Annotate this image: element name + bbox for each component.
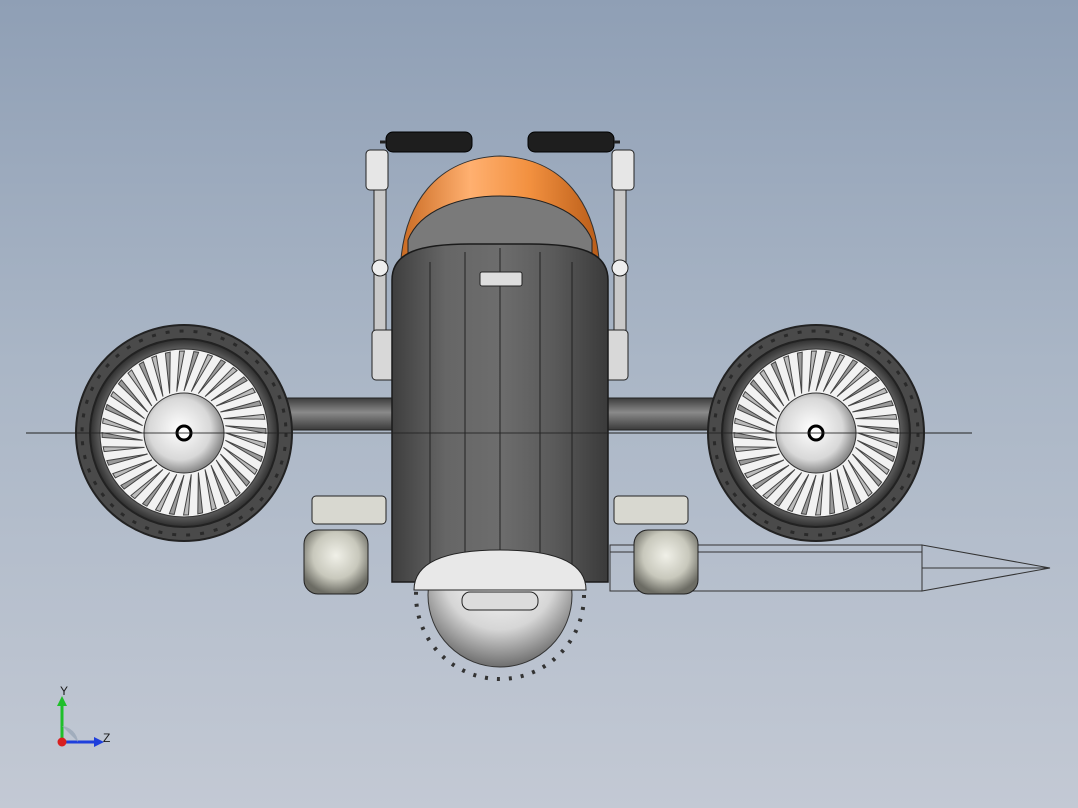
- z-axis-label: Z: [103, 731, 111, 745]
- orientation-triad: Y Z: [52, 684, 122, 752]
- cad-viewport[interactable]: Y Z: [0, 0, 1078, 808]
- right-strut: [597, 397, 719, 431]
- left-handle-grip: [385, 131, 473, 153]
- left-rear-pod: [303, 495, 387, 595]
- fuselage-vent: [479, 271, 523, 287]
- right-handle-grip: [527, 131, 615, 153]
- left-strut: [281, 397, 403, 431]
- y-axis-label: Y: [60, 684, 69, 698]
- x-axis-dot: [57, 737, 67, 747]
- cap-handle: [461, 591, 539, 611]
- aircraft-model[interactable]: [0, 0, 1078, 808]
